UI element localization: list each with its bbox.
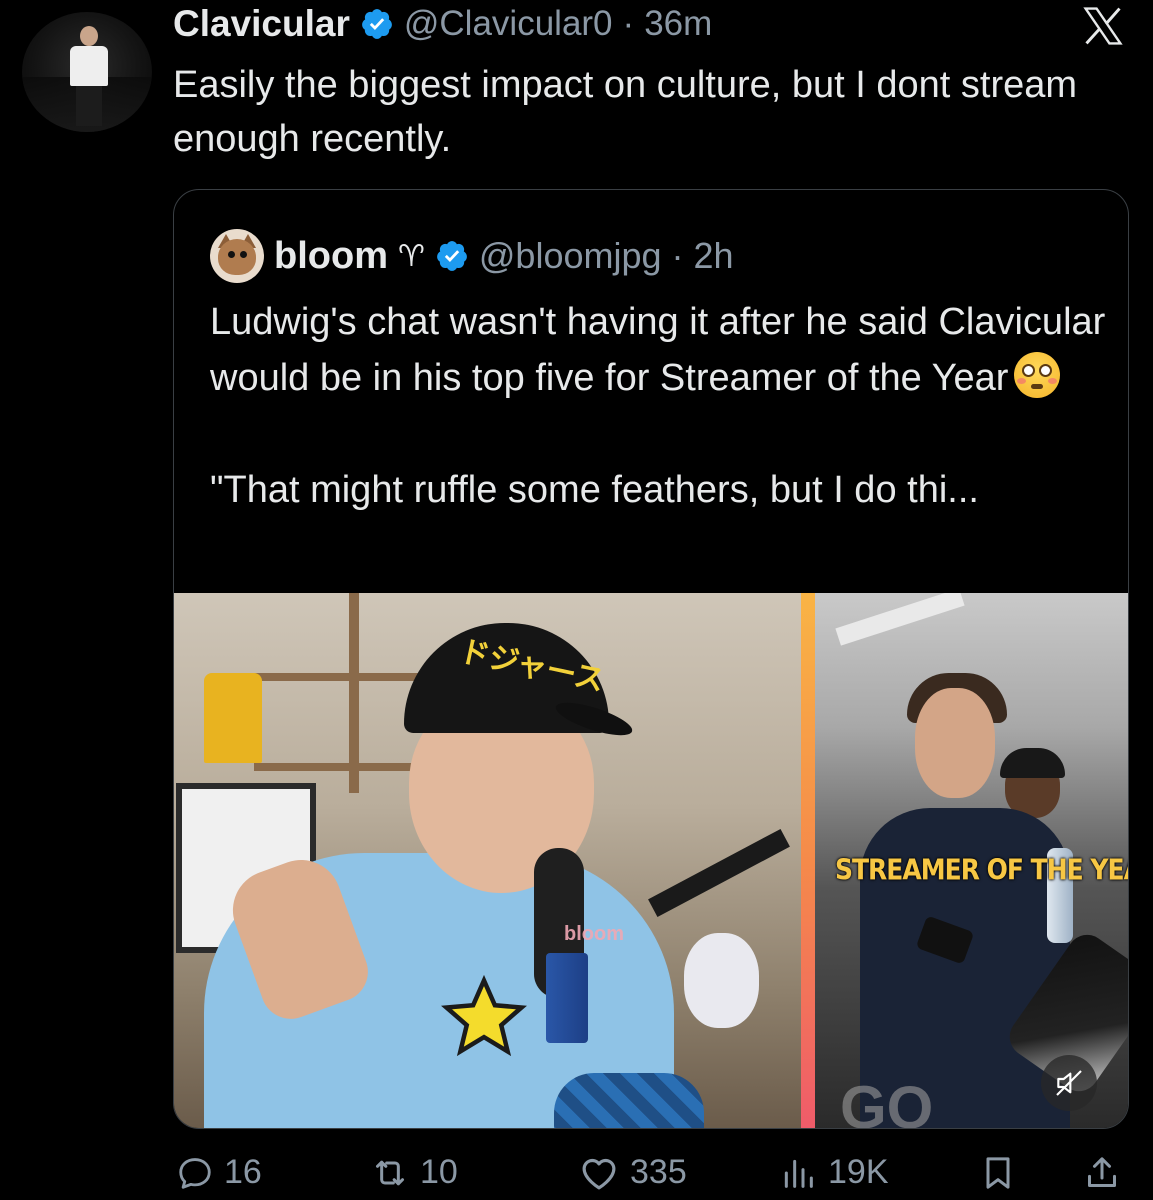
avatar-figure-legs bbox=[76, 86, 102, 126]
heart-icon bbox=[582, 1158, 616, 1189]
views-button[interactable]: 19K bbox=[778, 1145, 889, 1200]
quoted-text-paragraph-2: "That might ruffle some feathers, but I … bbox=[210, 469, 979, 511]
video-caption-overlay: STREAMER OF THE YEAR bbox=[835, 852, 1129, 887]
tweet-action-bar: 16 10 335 19K bbox=[0, 1145, 1153, 1200]
quoted-author-name[interactable]: bloom bbox=[274, 235, 388, 278]
energy-drink-can bbox=[546, 953, 588, 1043]
like-count: 335 bbox=[630, 1153, 687, 1191]
quoted-tweet[interactable]: bloom ♈ @bloomjpg · 2h Ludwig's chat was… bbox=[173, 189, 1129, 1129]
quoted-tweet-header: bloom ♈ @bloomjpg · 2h bbox=[210, 229, 734, 283]
share-button[interactable] bbox=[1082, 1145, 1122, 1200]
x-logo-icon bbox=[1083, 7, 1123, 45]
author-name[interactable]: Clavicular bbox=[173, 3, 350, 45]
streamer-video-frame[interactable]: ドジャース bloom bbox=[174, 593, 801, 1128]
clavicular-video-frame[interactable]: GQ STREAMER OF THE YEAR bbox=[815, 593, 1129, 1129]
tweet: Clavicular @Clavicular0 · 36m Easily the… bbox=[0, 0, 1153, 1200]
quoted-author-handle[interactable]: @bloomjpg bbox=[479, 235, 662, 277]
quoted-tweet-media[interactable]: ドジャース bloom GQ STREAMER OF THE YEAR bbox=[174, 593, 1129, 1129]
reply-icon bbox=[179, 1157, 211, 1189]
shelf-post bbox=[349, 593, 359, 793]
cat-eye-left bbox=[228, 251, 235, 258]
quoted-text-paragraph-1: Ludwig's chat wasn't having it after he … bbox=[210, 301, 1106, 399]
cat-eye-right bbox=[240, 251, 247, 258]
quoted-tweet-timestamp[interactable]: 2h bbox=[694, 235, 734, 277]
verified-badge-icon bbox=[362, 9, 392, 39]
gq-watermark: GQ bbox=[840, 1074, 934, 1129]
mic-arm bbox=[648, 828, 790, 918]
subject-face bbox=[915, 688, 995, 798]
star-icon bbox=[441, 974, 527, 1057]
muted-speaker-icon bbox=[1056, 1070, 1082, 1096]
tweet-text: Easily the biggest impact on culture, bu… bbox=[173, 64, 1078, 160]
reply-button[interactable]: 16 bbox=[176, 1145, 262, 1200]
repost-button[interactable]: 10 bbox=[370, 1145, 458, 1200]
blanket bbox=[554, 1073, 704, 1128]
yellow-jersey bbox=[204, 673, 262, 763]
share-icon bbox=[1088, 1156, 1116, 1187]
views-chart-icon bbox=[784, 1159, 813, 1188]
meta-separator: · bbox=[671, 235, 684, 276]
verified-badge-icon bbox=[437, 241, 467, 271]
reply-count: 16 bbox=[224, 1153, 262, 1191]
crochet-toy bbox=[684, 933, 759, 1028]
repost-icon bbox=[376, 1160, 404, 1185]
tweet-header: Clavicular @Clavicular0 · 36m bbox=[173, 2, 712, 46]
bookmark-button[interactable] bbox=[978, 1145, 1018, 1200]
bloom-watermark: bloom bbox=[564, 923, 624, 945]
cat-face bbox=[218, 239, 256, 275]
flushed-face-emoji-icon bbox=[1014, 352, 1061, 398]
ceiling-light bbox=[835, 593, 965, 646]
mute-toggle-button[interactable] bbox=[1041, 1055, 1097, 1111]
quoted-tweet-text: Ludwig's chat wasn't having it after he … bbox=[210, 294, 1110, 518]
quoted-author-avatar[interactable] bbox=[210, 229, 264, 283]
aries-symbol: ♈ bbox=[397, 239, 425, 273]
background-person-hat bbox=[1000, 748, 1065, 778]
avatar-figure-jacket bbox=[70, 46, 108, 86]
tweet-timestamp[interactable]: 36m bbox=[644, 4, 712, 44]
media-divider bbox=[801, 593, 815, 1128]
bookmark-icon bbox=[986, 1156, 1010, 1189]
avatar-figure-head bbox=[80, 26, 98, 46]
like-button[interactable]: 335 bbox=[578, 1145, 687, 1200]
repost-count: 10 bbox=[420, 1153, 458, 1191]
author-handle[interactable]: @Clavicular0 bbox=[404, 4, 613, 44]
author-avatar[interactable] bbox=[22, 12, 152, 132]
view-count: 19K bbox=[828, 1153, 889, 1191]
meta-separator: · bbox=[622, 4, 635, 43]
